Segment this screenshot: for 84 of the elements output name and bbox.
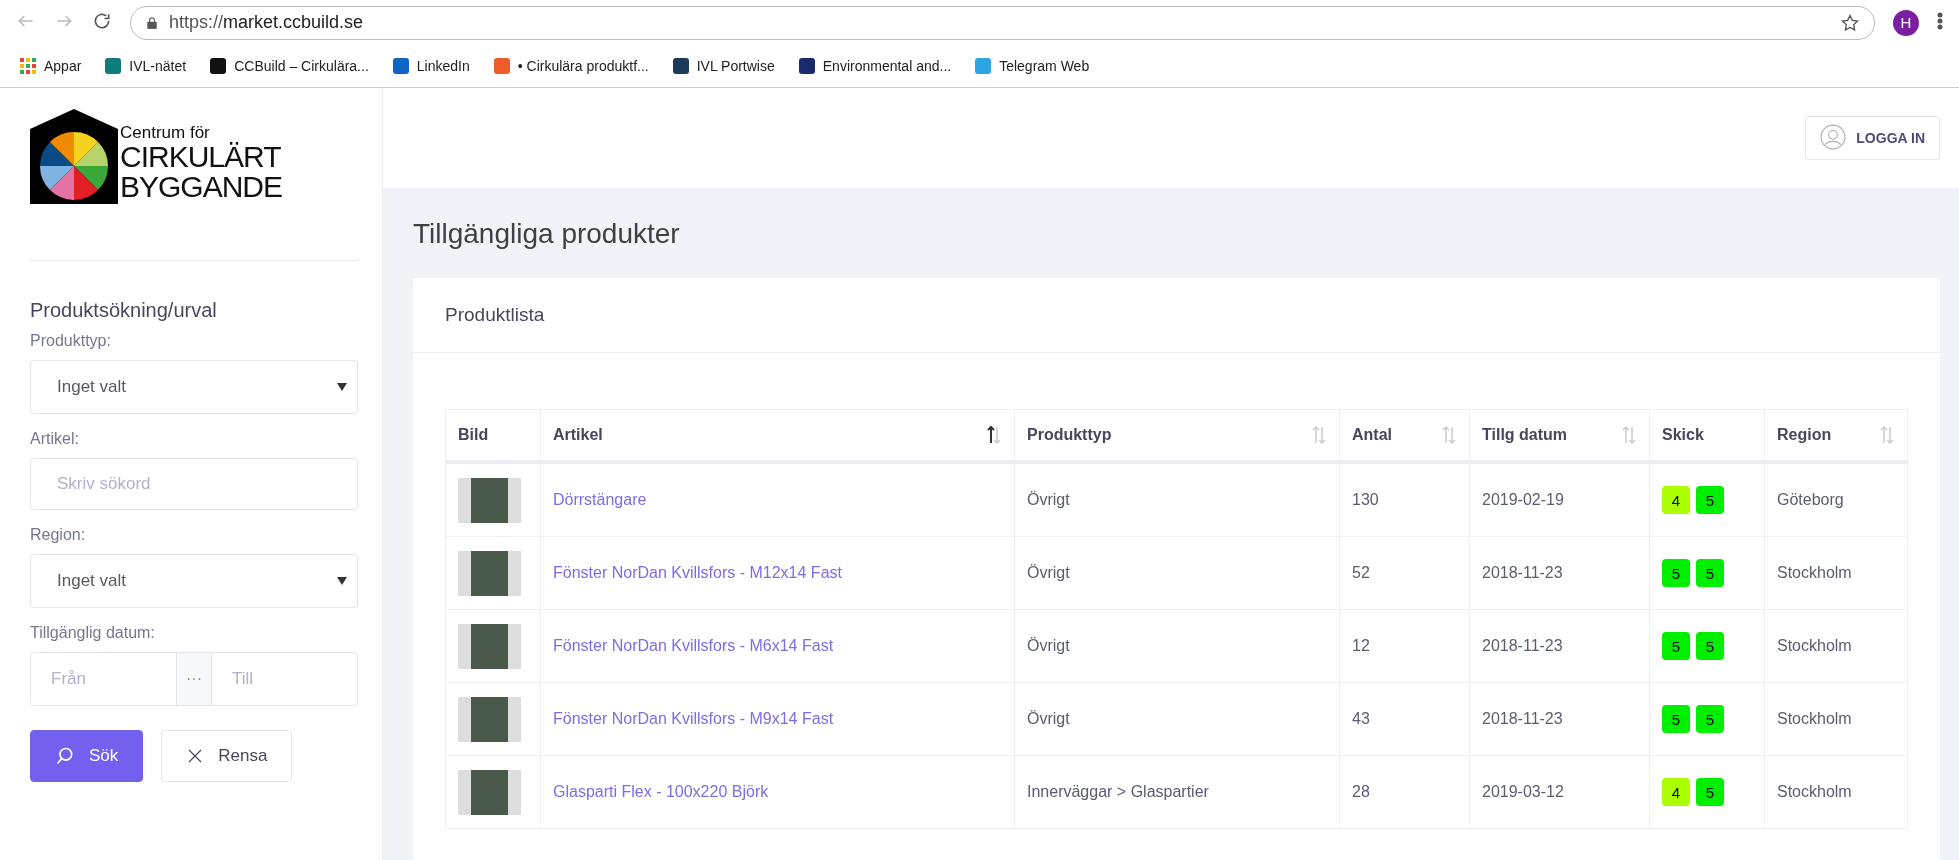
bookmark-link[interactable]: • Cirkulära produktf... [493,58,649,74]
table-cell: 130 [1339,462,1470,537]
table-cell: 2019-03-12 [1469,755,1650,829]
filter-title: Produktsökning/urval [30,299,218,322]
input-field[interactable]: Skriv sökord [30,458,358,510]
bookmark-link[interactable]: IVL-nätet [105,58,187,74]
article-link[interactable]: Glasparti Flex - 100x220 Björk [553,783,769,800]
column-header[interactable]: Antal [1339,409,1470,462]
table-cell: 2018-11-23 [1469,682,1650,756]
condition-badge: 5 [1696,778,1724,806]
table-cell: 12 [1339,609,1470,683]
table-cell: 2018-11-23 [1469,536,1650,610]
field-label: Produkttyp: [30,332,112,350]
page-title: Tillgängliga produkter [413,218,681,250]
table-cell: 43 [1339,682,1470,756]
bookmark-link[interactable]: CCBuild – Cirkulära... [210,58,369,74]
table-cell: 28 [1339,755,1470,829]
range-separator: ··· [176,653,212,705]
photo-placeholder [458,623,521,669]
grid-icon [20,58,36,74]
photo-placeholder [458,477,521,523]
article-link[interactable]: Dörrstängare [553,491,647,508]
table-cell: 2019-02-19 [1469,462,1650,537]
caret-icon [337,383,347,391]
bookmark-link[interactable]: Telegram Web [975,58,1090,74]
photo-placeholder [458,550,521,596]
article-link[interactable]: Fönster NorDan Kvillsfors - M6x14 Fast [553,637,834,654]
column-header[interactable]: Artikel [540,409,1015,462]
card-title: Produktlista [413,278,1940,353]
user-icon [1820,123,1847,150]
field-label: Region: [30,526,87,544]
table-cell: Göteborg [1764,462,1908,537]
table-cell: Övrigt [1014,462,1340,537]
table-cell: Stockholm [1764,536,1908,610]
clear-button[interactable]: Rensa [161,730,293,782]
condition-badge: 5 [1696,559,1724,587]
search-button[interactable]: Sök [30,730,144,782]
logo-text: Centrum för CIRKULÄRT BYGGANDE [120,124,283,204]
condition-badge: 5 [1662,559,1690,587]
bookmark-link[interactable]: Environmental and... [798,58,952,74]
logo-icon [30,109,118,204]
select-field[interactable]: Inget valt [30,360,358,414]
table-cell: Stockholm [1764,609,1908,683]
photo-placeholder [458,769,521,815]
field-label: Artikel: [30,430,80,448]
table-cell: 2018-11-23 [1469,609,1650,683]
field-label: Tillgänglig datum: [30,624,156,642]
date-to-field[interactable]: Till [212,653,357,705]
table-cell: Övrigt [1014,682,1340,756]
caret-icon [337,577,347,585]
lock-icon [145,15,159,30]
table-cell: Innerväggar > Glaspartier [1014,755,1340,829]
column-header: Bild [445,409,541,462]
table-cell: Övrigt [1014,609,1340,683]
column-header: Skick [1649,409,1765,462]
table-cell: Övrigt [1014,536,1340,610]
condition-badge: 5 [1662,705,1690,733]
condition-badge: 5 [1662,632,1690,660]
table-cell: Stockholm [1764,755,1908,829]
bookmark-link[interactable]: LinkedIn [392,58,470,74]
condition-badge: 5 [1696,486,1724,514]
login-button[interactable]: LOGGA IN [1805,116,1940,160]
table-cell: 52 [1339,536,1470,610]
bookmark-link[interactable]: IVL Portwise [672,58,775,74]
condition-badge: 5 [1696,632,1724,660]
column-header[interactable]: Produkttyp [1014,409,1340,462]
select-field[interactable]: Inget valt [30,554,358,608]
url-text: https://market.ccbuild.se [169,12,365,33]
condition-badge: 4 [1662,486,1690,514]
photo-placeholder [458,696,521,742]
article-link[interactable]: Fönster NorDan Kvillsfors - M9x14 Fast [553,710,834,727]
profile-avatar[interactable]: H [1893,9,1919,36]
condition-badge: 5 [1696,705,1724,733]
bookmark-link[interactable]: Appar [20,58,82,74]
condition-badge: 4 [1662,778,1690,806]
date-from-field[interactable]: Från [31,653,176,705]
table-cell: Stockholm [1764,682,1908,756]
column-header[interactable]: Tillg datum [1469,409,1650,462]
article-link[interactable]: Fönster NorDan Kvillsfors - M12x14 Fast [553,564,842,581]
search-icon [55,746,75,766]
menu-icon [1937,10,1943,31]
column-header[interactable]: Region [1764,409,1908,462]
star-icon [1840,12,1860,33]
sort-icon[interactable] [986,425,1002,445]
